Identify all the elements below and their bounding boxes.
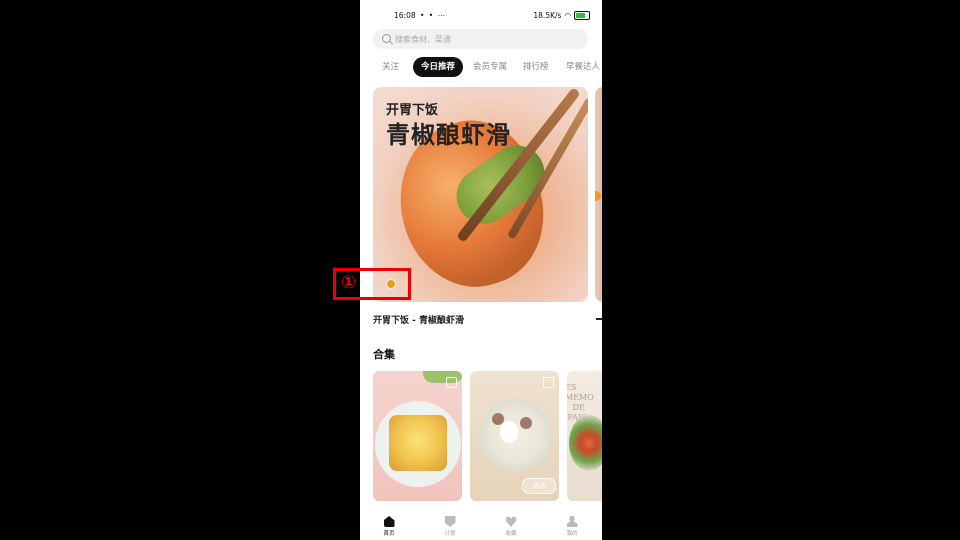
tab-today-recommend[interactable]: 今日推荐: [413, 57, 464, 77]
banner-caption[interactable]: 开胃下饭 - 青椒酿虾滑: [373, 313, 464, 326]
nav-me[interactable]: 我的: [557, 516, 587, 537]
bottom-navigation: 首页 计划 收藏 我的: [360, 512, 602, 540]
home-icon: [383, 516, 395, 527]
collection-icon: [446, 377, 457, 388]
wifi-icon: ◠: [564, 11, 571, 20]
category-tabs: 关注 今日推荐 会员专属 排行榜 早餐达人: [360, 57, 602, 77]
nav-favorites-label: 收藏: [505, 531, 517, 537]
next-caption-peek: [596, 318, 602, 320]
search-bar[interactable]: 搜索食材、菜谱: [373, 29, 588, 49]
search-icon: [382, 34, 391, 43]
banner-title: 青椒酿虾滑: [386, 121, 511, 149]
section-title-collections: 合集: [373, 348, 395, 361]
egg-image: [500, 421, 518, 443]
battery-icon: [574, 11, 590, 20]
tab-ranking[interactable]: 排行榜: [523, 57, 549, 77]
status-time: 16:08: [394, 11, 416, 20]
collection-tag: 汤水: [522, 478, 556, 494]
status-bar: 16:08 • • ⋯ 18.5K/s ◠: [360, 8, 602, 24]
user-icon: [566, 516, 578, 527]
tart-image: [389, 415, 447, 471]
annotation-number: ①: [341, 272, 357, 293]
meatball-image: [492, 413, 504, 425]
collection-icon: [543, 377, 554, 388]
network-speed: 18.5K/s: [533, 11, 562, 20]
tab-member-exclusive[interactable]: 会员专属: [473, 57, 507, 77]
nav-plan[interactable]: 计划: [435, 516, 465, 537]
nav-home-label: 首页: [383, 531, 395, 537]
carousel-indicator-icon: [595, 191, 601, 201]
status-right: 18.5K/s ◠: [533, 11, 590, 20]
nav-me-label: 我的: [566, 531, 578, 537]
plan-shield-icon: [444, 516, 456, 527]
search-placeholder: 搜索食材、菜谱: [395, 35, 451, 44]
meatball-image: [520, 417, 532, 429]
collection-card-salad[interactable]: ES MEMO DE PAJO: [567, 371, 602, 501]
nav-home[interactable]: 首页: [374, 516, 404, 537]
heart-icon: [505, 516, 517, 527]
nav-plan-label: 计划: [444, 531, 456, 537]
collection-card-tart[interactable]: [373, 371, 462, 501]
tab-follow[interactable]: 关注: [382, 57, 399, 77]
status-notification-dots: • • ⋯: [420, 11, 447, 20]
salad-image: [569, 415, 602, 471]
nav-favorites[interactable]: 收藏: [496, 516, 526, 537]
collection-card-soup[interactable]: 汤水: [470, 371, 559, 501]
next-banner-peek[interactable]: [595, 87, 602, 302]
tab-breakfast-expert[interactable]: 早餐达人: [566, 57, 600, 77]
